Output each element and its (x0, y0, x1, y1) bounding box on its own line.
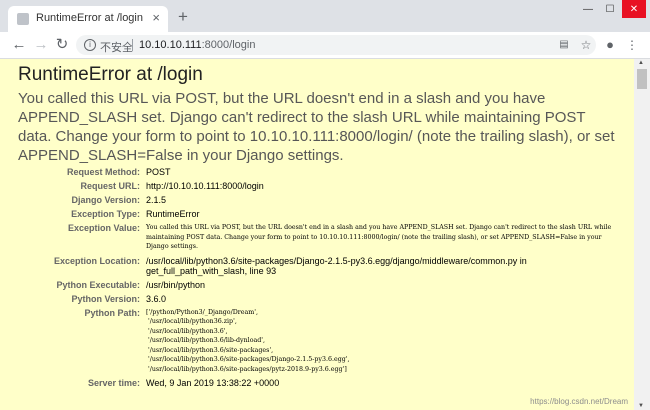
window-controls: — ☐ ✕ (576, 0, 646, 20)
tab-title: RuntimeError at /login (36, 12, 143, 24)
meta-value: RuntimeError (146, 209, 200, 219)
meta-label: Python Executable: (56, 279, 140, 290)
meta-label: Request URL: (80, 181, 140, 191)
meta-value: 3.6.0 (146, 293, 167, 304)
meta-row: Python Executable: /usr/bin/python (22, 278, 616, 292)
not-secure-label: 不安全 (100, 42, 133, 54)
meta-value: POST (146, 167, 171, 177)
meta-value: http://10.10.10.111:8000/login (146, 181, 264, 191)
address-separator (132, 39, 133, 51)
vertical-scrollbar[interactable]: ▲ ▼ (634, 59, 650, 410)
forward-icon[interactable]: → (32, 36, 50, 54)
page-favicon-icon (17, 13, 29, 25)
meta-value: You called this URL via POST, but the UR… (146, 221, 616, 254)
reload-icon[interactable]: ↻ (53, 36, 71, 54)
scroll-down-icon[interactable]: ▼ (638, 403, 644, 409)
python-path-text: ['/python/Python3/_Django/Dream', '/usr/… (146, 308, 350, 373)
browser-tab[interactable]: RuntimeError at /login × (8, 6, 168, 32)
menu-icon[interactable]: ⋮ (624, 37, 640, 53)
restore-icon[interactable]: ☐ (600, 0, 620, 18)
info-icon[interactable]: i (84, 39, 96, 51)
translate-icon[interactable]: ▤ (556, 37, 572, 53)
meta-row: Exception Value: You called this URL via … (22, 221, 616, 254)
meta-value: Wed, 9 Jan 2019 13:38:22 +0000 (146, 378, 280, 388)
meta-row: Exception Type: RuntimeError (22, 207, 616, 221)
browser-toolbar: ← → ↻ i 不安全 10.10.10.111:8000/login ▤ ☆ … (0, 32, 650, 59)
tab-close-icon[interactable]: × (152, 10, 160, 25)
meta-value: /usr/bin/python (146, 279, 206, 290)
meta-value: 2.1.5 (146, 195, 167, 205)
meta-row: Exception Location: /usr/local/lib/python… (22, 254, 616, 278)
url-host: 10.10.10.111 (139, 39, 202, 51)
url-path: :8000/login (201, 39, 256, 51)
url-text[interactable]: 10.10.10.111:8000/login (139, 39, 255, 51)
meta-row: Python Version: 3.6.0 (22, 292, 616, 306)
page-title: RuntimeError at /login (18, 64, 203, 85)
account-icon[interactable]: ● (602, 37, 618, 53)
scrollbar-thumb[interactable] (637, 69, 647, 89)
meta-row: Request Method: POST (22, 165, 616, 179)
request-meta-table: Request Method: POST Request URL: http://10… (22, 165, 616, 390)
meta-row: Server time: Wed, 9 Jan 2019 13:38:22 +00… (22, 376, 616, 390)
page-content: RuntimeError at /login You called this U… (0, 59, 634, 410)
bookmark-star-icon[interactable]: ☆ (578, 37, 594, 53)
watermark: https://blog.csdn.net/Dream (530, 397, 628, 406)
meta-row: Python Path: ['/python/Python3/_Django/Dr… (22, 306, 616, 377)
new-tab-icon[interactable]: + (175, 8, 191, 25)
meta-row: Request URL: http://10.10.10.111:8000/log… (22, 179, 616, 193)
window-close-icon[interactable]: ✕ (622, 0, 646, 18)
meta-value: /usr/local/lib/python3.6/site-packages/D… (146, 255, 527, 276)
meta-label: Server time: (87, 378, 140, 388)
scroll-up-icon[interactable]: ▲ (638, 60, 644, 66)
meta-value: ['/python/Python3/_Django/Dream', '/usr/… (146, 306, 616, 377)
meta-label: Exception Type: (71, 209, 140, 219)
error-summary: RuntimeError at /login You called this U… (0, 59, 634, 398)
meta-label: Python Version: (71, 293, 140, 304)
back-icon[interactable]: ← (10, 36, 28, 54)
address-bar[interactable]: i 不安全 10.10.10.111:8000/login (76, 35, 596, 55)
browser-titlebar: RuntimeError at /login × + — ☐ ✕ (0, 0, 650, 32)
minimize-icon[interactable]: — (578, 0, 598, 18)
meta-label: Exception Location: (53, 255, 140, 266)
meta-label: Exception Value: (67, 223, 140, 233)
exception-message: You called this URL via POST, but the UR… (18, 90, 615, 164)
meta-label: Request Method: (67, 167, 140, 177)
meta-label: Django Version: (71, 195, 140, 205)
exception-value-text: You called this URL via POST, but the UR… (146, 224, 614, 250)
meta-label: Python Path: (84, 307, 141, 318)
meta-row: Django Version: 2.1.5 (22, 193, 616, 207)
